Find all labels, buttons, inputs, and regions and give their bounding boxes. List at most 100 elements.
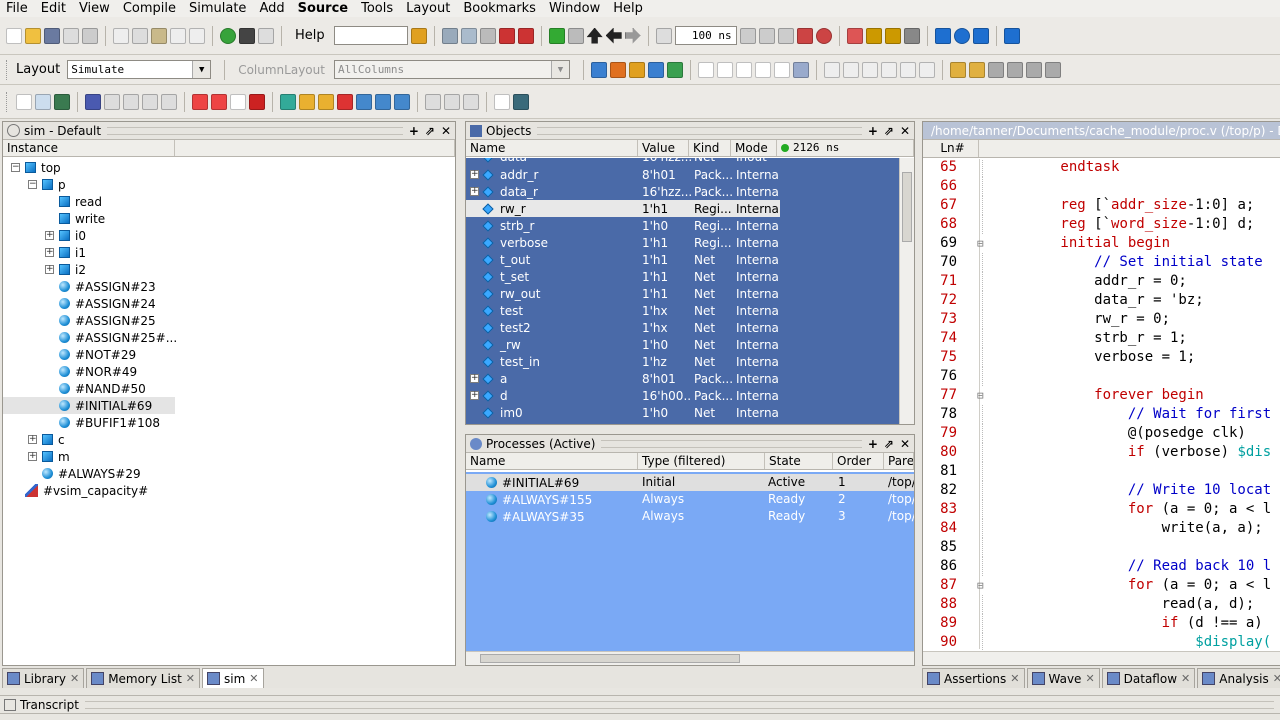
object-row[interactable]: im0 1'h0 Net Internal bbox=[466, 404, 898, 421]
tree-item[interactable]: + c bbox=[3, 431, 65, 448]
object-row[interactable]: verbose 1'h1 Regi... Internal bbox=[466, 234, 898, 251]
wave-col-6-icon[interactable] bbox=[123, 93, 139, 110]
goto-icon[interactable] bbox=[280, 93, 296, 110]
undock-icon[interactable]: ⇗ bbox=[884, 437, 894, 451]
wave-add-4-icon[interactable] bbox=[647, 61, 664, 78]
menu-help[interactable]: Help bbox=[607, 1, 650, 16]
step-icon[interactable] bbox=[548, 27, 565, 44]
collapse-icon[interactable]: − bbox=[11, 163, 20, 172]
process-row[interactable]: #ALWAYS#35 Always Ready 3/top/m bbox=[466, 508, 914, 525]
close-icon[interactable]: ✕ bbox=[70, 672, 79, 685]
step-out-icon[interactable] bbox=[884, 27, 901, 44]
close-icon[interactable]: ✕ bbox=[186, 672, 195, 685]
fold-icon[interactable]: ⊟ bbox=[977, 576, 984, 595]
collapse-icon[interactable]: − bbox=[28, 180, 37, 189]
processes-hscrollbar[interactable] bbox=[466, 651, 914, 665]
cursor-icon[interactable] bbox=[880, 61, 897, 78]
cut-icon[interactable] bbox=[113, 27, 129, 44]
layout-select[interactable]: Simulate ▼ bbox=[67, 60, 212, 79]
add-icon[interactable] bbox=[220, 27, 236, 44]
filter-input-icon[interactable] bbox=[697, 61, 714, 78]
objects-col-name[interactable]: Name bbox=[466, 140, 638, 156]
expand-icon[interactable]: + bbox=[470, 170, 479, 179]
tab-library[interactable]: Library ✕ bbox=[2, 668, 85, 688]
tab-wave[interactable]: Wave ✕ bbox=[1026, 668, 1100, 688]
objects-scrollbar[interactable] bbox=[899, 158, 914, 424]
close-icon[interactable]: ✕ bbox=[441, 124, 451, 138]
close-icon[interactable]: ✕ bbox=[1085, 672, 1094, 685]
tree-item[interactable]: #ALWAYS#29 bbox=[3, 465, 141, 482]
back-arrow-icon[interactable] bbox=[605, 27, 622, 44]
tree-item[interactable]: − p bbox=[3, 176, 66, 193]
up-arrow-icon[interactable] bbox=[586, 27, 603, 44]
fold-icon[interactable] bbox=[394, 93, 410, 110]
source-code[interactable]: 65 endtask 66 67 reg [`addr_size-1:0] a; 68… bbox=[923, 160, 1280, 650]
object-row[interactable]: _rw 1'h0 Net Internal bbox=[466, 336, 898, 353]
filter-internal-icon[interactable] bbox=[754, 61, 771, 78]
tree-item[interactable]: read bbox=[3, 193, 102, 210]
help-search-input[interactable] bbox=[333, 26, 408, 45]
menu-source[interactable]: Source bbox=[292, 1, 355, 16]
expand-icon[interactable]: + bbox=[470, 374, 479, 383]
break-icon[interactable] bbox=[498, 27, 515, 44]
menu-view[interactable]: View bbox=[73, 1, 117, 16]
wave-col-5-icon[interactable] bbox=[104, 93, 120, 110]
pan-icon[interactable] bbox=[861, 61, 878, 78]
insert-cursor-icon[interactable] bbox=[918, 61, 935, 78]
remove-icon[interactable] bbox=[249, 93, 265, 110]
delete-cursor-icon[interactable] bbox=[192, 93, 208, 110]
save-icon[interactable] bbox=[44, 27, 60, 44]
source-hscrollbar[interactable] bbox=[923, 651, 1280, 665]
close-icon[interactable]: ✕ bbox=[900, 437, 910, 451]
forward-arrow-icon[interactable] bbox=[624, 27, 641, 44]
add-pane-icon[interactable]: + bbox=[868, 437, 878, 451]
copy-icon[interactable] bbox=[132, 27, 148, 44]
tree-item[interactable]: #ASSIGN#25#... bbox=[3, 329, 177, 346]
expand-icon[interactable]: + bbox=[28, 435, 37, 444]
wave-add-3-icon[interactable] bbox=[628, 61, 645, 78]
simulate-icon[interactable] bbox=[479, 27, 496, 44]
tree-item[interactable]: + i1 bbox=[3, 244, 86, 261]
run-length-input[interactable]: 100 ns bbox=[674, 26, 737, 45]
delete-cursor-2-icon[interactable] bbox=[211, 93, 227, 110]
page-icon[interactable] bbox=[494, 93, 510, 110]
tree-item[interactable]: #INITIAL#69 bbox=[3, 397, 175, 414]
edge-rise-icon[interactable] bbox=[1044, 61, 1061, 78]
tab-assertions[interactable]: Assertions ✕ bbox=[922, 668, 1025, 688]
tab-dataflow[interactable]: Dataflow ✕ bbox=[1101, 668, 1196, 688]
menu-window[interactable]: Window bbox=[543, 1, 607, 16]
list-icon[interactable] bbox=[425, 93, 441, 110]
tree-item[interactable]: write bbox=[3, 210, 105, 227]
save-all-icon[interactable] bbox=[63, 27, 79, 44]
proc-col-parent[interactable]: Pare bbox=[884, 453, 914, 469]
expand-icon[interactable]: + bbox=[470, 391, 479, 400]
tree-item[interactable]: #BUFIF1#108 bbox=[3, 414, 160, 431]
redo-icon[interactable] bbox=[189, 27, 205, 44]
objects-col-value[interactable]: Value bbox=[638, 140, 689, 156]
select-arrow-icon[interactable] bbox=[823, 61, 840, 78]
filter-settings-icon[interactable] bbox=[792, 61, 809, 78]
edge-icon[interactable] bbox=[899, 61, 916, 78]
edge-prev-icon[interactable] bbox=[949, 61, 966, 78]
hand-icon[interactable] bbox=[903, 27, 920, 44]
object-row[interactable]: t_out 1'h1 Net Internal bbox=[466, 251, 898, 268]
close-icon[interactable]: ✕ bbox=[1181, 672, 1190, 685]
filter-inout-icon[interactable] bbox=[735, 61, 752, 78]
print-icon[interactable] bbox=[82, 27, 98, 44]
tree-item[interactable]: #NOT#29 bbox=[3, 346, 136, 363]
menu-bookmarks[interactable]: Bookmarks bbox=[457, 1, 543, 16]
expand-icon[interactable]: + bbox=[45, 265, 54, 274]
tree-item[interactable]: #ASSIGN#25 bbox=[3, 312, 156, 329]
wave-col-8-icon[interactable] bbox=[161, 93, 177, 110]
break-run-icon[interactable] bbox=[796, 27, 813, 44]
tree-item[interactable]: #NOR#49 bbox=[3, 363, 137, 380]
process-row[interactable]: #INITIAL#69 Initial Active 1/top/p bbox=[466, 474, 914, 491]
process-row[interactable]: #ALWAYS#155 Always Ready 2/top/c bbox=[466, 491, 914, 508]
objects-col-mode[interactable]: Mode bbox=[731, 140, 777, 156]
run-all-icon[interactable] bbox=[777, 27, 794, 44]
tree-item[interactable]: #ASSIGN#23 bbox=[3, 278, 156, 295]
remove-list-icon[interactable] bbox=[444, 93, 460, 110]
object-row[interactable]: rw_out 1'h1 Net Internal bbox=[466, 285, 898, 302]
new-file-icon[interactable] bbox=[6, 27, 22, 44]
zoom-box-icon[interactable] bbox=[842, 61, 859, 78]
